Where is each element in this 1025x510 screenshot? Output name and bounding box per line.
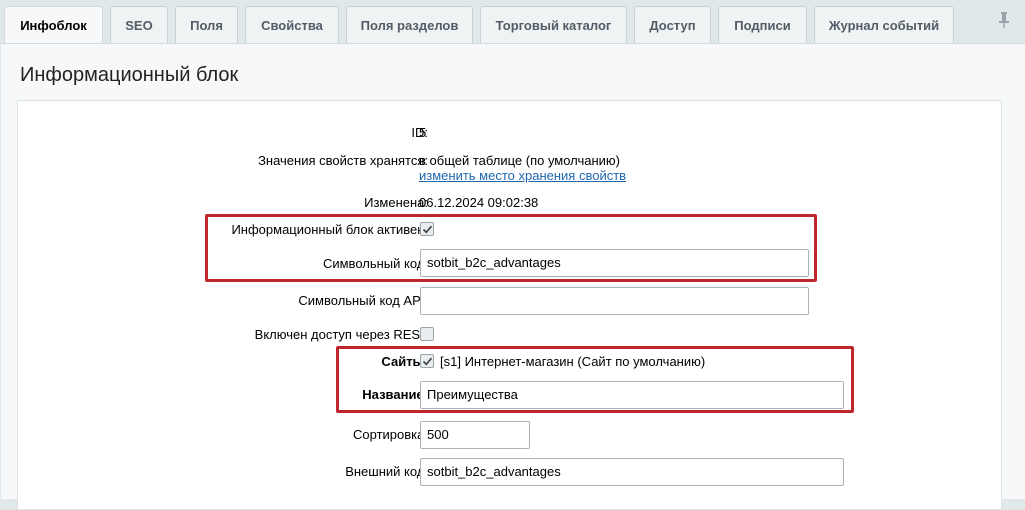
name-label: Название: bbox=[362, 387, 428, 402]
page-title: Информационный блок bbox=[20, 64, 239, 86]
sort-label: Сортировка: bbox=[353, 427, 428, 442]
modified-value: 06.12.2024 09:02:38 bbox=[419, 195, 539, 210]
tab-content: Информационный блок ID: 5 Значения свойс… bbox=[1, 43, 1025, 510]
api-code-label: Символьный код API: bbox=[298, 293, 428, 308]
change-storage-link[interactable]: изменить место хранения свойств bbox=[419, 168, 626, 183]
storage-value: в общей таблице (по умолчанию) bbox=[419, 153, 621, 168]
tab-properties[interactable]: Свойства bbox=[245, 6, 339, 43]
id-value: 5 bbox=[419, 125, 427, 140]
tab-bar: Инфоблок SEO Поля Свойства Поля разделов… bbox=[0, 0, 1025, 44]
pin-icon[interactable] bbox=[996, 11, 1012, 29]
checkmark-icon bbox=[422, 225, 432, 233]
tab-captions[interactable]: Подписи bbox=[718, 6, 807, 43]
storage-label: Значения свойств хранятся: bbox=[258, 153, 428, 168]
tab-seo[interactable]: SEO bbox=[110, 6, 168, 43]
tab-infoblock[interactable]: Инфоблок bbox=[4, 6, 103, 44]
tab-section-fields[interactable]: Поля разделов bbox=[346, 6, 473, 43]
tab-event-log[interactable]: Журнал событий bbox=[814, 6, 954, 43]
code-input[interactable]: sotbit_b2c_advantages bbox=[420, 249, 809, 277]
name-input[interactable]: Преимущества bbox=[420, 381, 844, 409]
site-s1-label: [s1] Интернет-магазин (Сайт по умолчанию… bbox=[440, 354, 706, 369]
rest-checkbox[interactable] bbox=[420, 327, 434, 341]
rest-label: Включен доступ через REST bbox=[254, 327, 428, 342]
checkmark-icon bbox=[422, 357, 432, 365]
external-code-label: Внешний код: bbox=[345, 464, 428, 479]
sort-input[interactable]: 500 bbox=[420, 421, 530, 449]
tab-fields[interactable]: Поля bbox=[175, 6, 238, 43]
code-label: Символьный код: bbox=[322, 256, 428, 271]
active-checkbox[interactable] bbox=[420, 222, 434, 236]
tab-access[interactable]: Доступ bbox=[634, 6, 711, 43]
api-code-input[interactable] bbox=[420, 287, 809, 315]
settings-panel: ID: 5 Значения свойств хранятся: в общей… bbox=[17, 100, 1002, 510]
external-code-input[interactable]: sotbit_b2c_advantages bbox=[420, 458, 844, 486]
active-label: Информационный блок активен: bbox=[231, 222, 428, 237]
tab-trade-catalog[interactable]: Торговый каталог bbox=[480, 6, 627, 43]
site-s1-checkbox[interactable] bbox=[420, 354, 434, 368]
